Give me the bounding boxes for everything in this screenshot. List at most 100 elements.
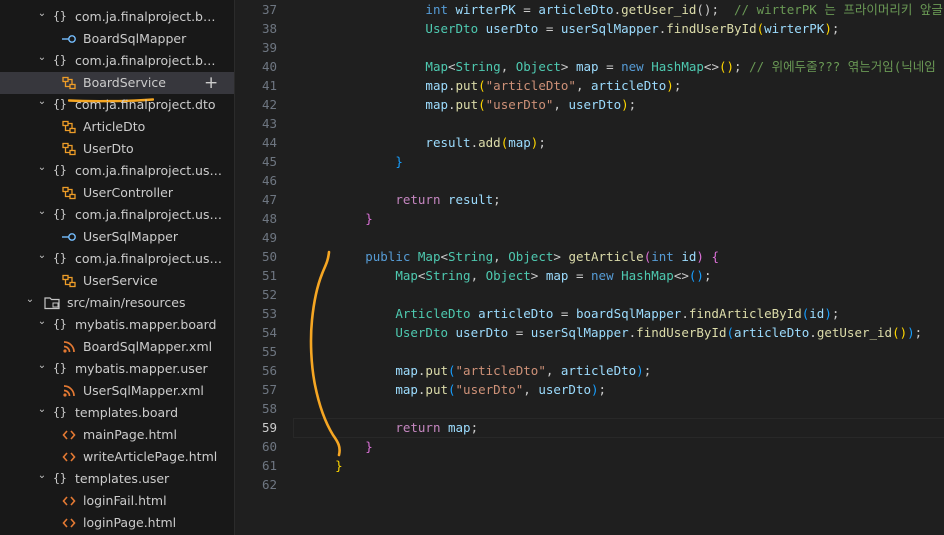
tree-item-package[interactable]: ⌄ {} mybatis.mapper.user — [0, 358, 234, 380]
line-number[interactable]: 41 — [235, 76, 277, 95]
line-number[interactable]: 48 — [235, 209, 277, 228]
chevron-down-icon[interactable]: ⌄ — [36, 50, 48, 64]
tree-item-file[interactable]: UserService — [0, 270, 234, 292]
tree-item-file[interactable]: UserSqlMapper — [0, 226, 234, 248]
line-number[interactable]: 42 — [235, 95, 277, 114]
line-number[interactable]: 51 — [235, 266, 277, 285]
code-line[interactable]: return result; — [305, 190, 500, 209]
braces-icon: {} — [53, 163, 67, 177]
code-token: result — [425, 135, 471, 150]
code-line[interactable]: ArticleDto articleDto = boardSqlMapper.f… — [305, 304, 839, 323]
chevron-down-icon[interactable]: ⌄ — [36, 6, 48, 20]
tree-item-file[interactable]: writeArticlePage.html — [0, 446, 234, 468]
braces-icon: {} — [53, 251, 67, 265]
code-token: . — [470, 135, 479, 150]
tree-item-file[interactable]: BoardSqlMapper.xml — [0, 336, 234, 358]
line-number[interactable]: 56 — [235, 361, 277, 380]
line-number[interactable]: 39 — [235, 38, 277, 57]
code-token: add — [478, 135, 501, 150]
tree-item-file[interactable]: loginFail.html — [0, 490, 234, 512]
tree-item-file[interactable]: UserController — [0, 182, 234, 204]
tree-item-package[interactable]: ⌄ {} templates.board — [0, 402, 234, 424]
code-line[interactable]: } — [305, 456, 343, 475]
tree-item-package[interactable]: ⌄ {} templates.user — [0, 468, 234, 490]
line-number[interactable]: 46 — [235, 171, 277, 190]
chevron-down-icon[interactable]: ⌄ — [36, 358, 48, 372]
code-line[interactable]: result.add(map); — [305, 133, 545, 152]
tree-item-file[interactable]: BoardSqlMapper — [0, 28, 234, 50]
braces-icon: {} — [53, 9, 67, 23]
chevron-down-icon[interactable]: ⌄ — [36, 468, 48, 482]
code-token: = — [538, 21, 561, 36]
line-number[interactable]: 47 — [235, 190, 277, 209]
code-token: articleDto — [478, 306, 554, 321]
code-line[interactable]: UserDto userDto = userSqlMapper.findUser… — [305, 19, 839, 38]
chevron-down-icon[interactable]: ⌄ — [36, 160, 48, 174]
code-line[interactable]: Map<String, Object> map = new HashMap<>(… — [305, 266, 711, 285]
tree-item-file[interactable]: loginPage.html — [0, 512, 234, 534]
code-token: ( — [478, 78, 486, 93]
line-number[interactable]: 44 — [235, 133, 277, 152]
code-line[interactable]: } — [305, 437, 373, 456]
tree-item-folder[interactable]: ⌄ src/main/resources — [0, 292, 234, 314]
line-number[interactable]: 49 — [235, 228, 277, 247]
line-number[interactable]: 61 — [235, 456, 277, 475]
tree-item-package[interactable]: ⌄ {} com.ja.finalproject.user.... — [0, 160, 234, 182]
code-token: ) — [636, 363, 644, 378]
code-token: = — [508, 325, 531, 340]
tree-item-package[interactable]: ⌄ {} com.ja.finalproject.dto — [0, 94, 234, 116]
code-token: String — [455, 59, 501, 74]
tree-item-file[interactable]: UserDto — [0, 138, 234, 160]
code-line[interactable]: map.put("articleDto", articleDto); — [305, 76, 681, 95]
line-number[interactable]: 62 — [235, 475, 277, 494]
line-number[interactable]: 43 — [235, 114, 277, 133]
code-line[interactable]: public Map<String, Object> getArticle(in… — [305, 247, 719, 266]
line-number[interactable]: 58 — [235, 399, 277, 418]
code-line[interactable]: } — [305, 209, 373, 228]
line-number[interactable]: 37 — [235, 0, 277, 19]
code-line[interactable]: Map<String, Object> map = new HashMap<>(… — [305, 57, 935, 76]
tree-item-file[interactable]: ArticleDto — [0, 116, 234, 138]
line-number[interactable]: 38 — [235, 19, 277, 38]
line-number[interactable]: 54 — [235, 323, 277, 342]
line-number[interactable]: 40 — [235, 57, 277, 76]
code-line[interactable]: map.put("articleDto", articleDto); — [305, 361, 651, 380]
line-number[interactable]: 52 — [235, 285, 277, 304]
tree-item-package[interactable]: ⌄ {} mybatis.mapper.board — [0, 314, 234, 336]
chevron-down-icon[interactable]: ⌄ — [36, 314, 48, 328]
line-number[interactable]: 55 — [235, 342, 277, 361]
code-line[interactable]: int wirterPK = articleDto.getUser_id(); … — [305, 0, 942, 19]
tree-item-package[interactable]: ⌄ {} com.ja.finalproject.user.... — [0, 248, 234, 270]
line-number[interactable]: 59 — [235, 418, 277, 437]
tree-item-file[interactable]: UserSqlMapper.xml — [0, 380, 234, 402]
code-token: , — [575, 78, 592, 93]
tree-item-package[interactable]: ⌄ {} com.ja.finalproject.user.... — [0, 204, 234, 226]
new-file-icon[interactable]: + — [204, 72, 218, 94]
code-editor[interactable]: 37 int wirterPK = articleDto.getUser_id(… — [235, 0, 944, 535]
tree-item-file[interactable]: BoardService + — [0, 72, 234, 103]
tree-item-label: com.ja.finalproject.boar... — [75, 9, 222, 24]
line-number[interactable]: 50 — [235, 247, 277, 266]
code-line[interactable]: map.put("userDto", userDto); — [305, 95, 636, 114]
code-line[interactable]: map.put("userDto", userDto); — [305, 380, 606, 399]
line-number[interactable]: 53 — [235, 304, 277, 323]
chevron-down-icon[interactable]: ⌄ — [36, 402, 48, 416]
tree-item-package[interactable]: ⌄ {} com.ja.finalproject.boar... — [0, 50, 234, 72]
chevron-down-icon[interactable]: ⌄ — [36, 94, 48, 108]
code-line[interactable]: UserDto userDto = userSqlMapper.findUser… — [305, 323, 922, 342]
chevron-down-icon[interactable]: ⌄ — [24, 292, 36, 306]
chevron-down-icon[interactable]: ⌄ — [36, 248, 48, 262]
line-number[interactable]: 57 — [235, 380, 277, 399]
line-number[interactable]: 60 — [235, 437, 277, 456]
tree-item-file[interactable]: mainPage.html — [0, 424, 234, 446]
tree-item-package[interactable]: ⌄ {} com.ja.finalproject.boar... — [0, 6, 234, 28]
line-number[interactable]: 45 — [235, 152, 277, 171]
code-line[interactable]: return map; — [305, 418, 478, 437]
chevron-down-icon[interactable]: ⌄ — [36, 204, 48, 218]
code-line[interactable]: } — [305, 152, 403, 171]
